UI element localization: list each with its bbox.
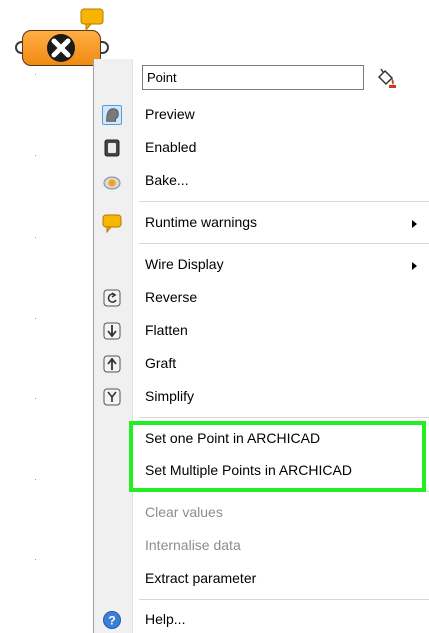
menu-item-graft[interactable]: Graft bbox=[94, 349, 429, 377]
point-param-icon bbox=[47, 34, 75, 62]
canvas-grid-dot bbox=[35, 237, 36, 238]
name-row bbox=[142, 65, 422, 91]
canvas-grid-dot bbox=[35, 559, 36, 560]
submenu-arrow-icon bbox=[412, 262, 417, 270]
output-grip[interactable] bbox=[100, 41, 109, 54]
paint-bucket-icon[interactable] bbox=[375, 67, 397, 89]
menu-item-set-one-point-archicad[interactable]: Set one Point in ARCHICAD bbox=[94, 424, 429, 452]
reverse-icon bbox=[103, 289, 121, 307]
canvas-grid-dot bbox=[35, 74, 36, 75]
menu-item-extract-parameter[interactable]: Extract parameter bbox=[94, 564, 429, 592]
menu-item-label: Set one Point in ARCHICAD bbox=[145, 430, 321, 446]
menu-item-runtime-warnings[interactable]: Runtime warnings bbox=[94, 208, 429, 236]
menu-item-label: Wire Display bbox=[145, 256, 224, 272]
menu-item-label: Set Multiple Points in ARCHICAD bbox=[145, 462, 352, 478]
submenu-arrow-icon bbox=[412, 220, 417, 228]
menu-item-set-multiple-points-archicad[interactable]: Set Multiple Points in ARCHICAD bbox=[94, 456, 429, 484]
menu-item-reverse[interactable]: Reverse bbox=[94, 283, 429, 311]
menu-separator bbox=[139, 491, 429, 492]
menu-item-flatten[interactable]: Flatten bbox=[94, 316, 429, 344]
menu-item-internalise-data: Internalise data bbox=[94, 531, 429, 559]
canvas-grid-dot bbox=[35, 155, 36, 156]
menu-item-label: Runtime warnings bbox=[145, 214, 258, 230]
menu-item-preview[interactable]: Preview bbox=[94, 100, 429, 128]
enabled-icon bbox=[104, 139, 120, 157]
menu-separator bbox=[139, 201, 429, 202]
menu-item-clear-values: Clear values bbox=[94, 498, 429, 526]
menu-item-label: Help... bbox=[145, 611, 186, 627]
canvas-grid-dot bbox=[35, 398, 36, 399]
context-menu: Preview Enabled Bake... Runtime warnings… bbox=[93, 59, 429, 633]
menu-separator bbox=[139, 417, 429, 418]
menu-item-help[interactable]: ? Help... bbox=[94, 605, 429, 633]
graft-icon bbox=[103, 355, 121, 373]
help-icon: ? bbox=[103, 611, 121, 629]
bake-icon bbox=[103, 176, 121, 190]
menu-item-label: Extract parameter bbox=[145, 570, 257, 586]
canvas-grid-dot bbox=[35, 479, 36, 480]
menu-separator bbox=[139, 243, 429, 244]
simplify-icon bbox=[103, 388, 121, 406]
menu-item-bake[interactable]: Bake... bbox=[94, 166, 429, 194]
menu-item-simplify[interactable]: Simplify bbox=[94, 382, 429, 410]
menu-item-label: Bake... bbox=[145, 172, 189, 188]
name-field[interactable] bbox=[142, 65, 364, 90]
warning-balloon-icon bbox=[102, 214, 122, 233]
menu-item-wire-display[interactable]: Wire Display bbox=[94, 250, 429, 278]
runtime-warning-balloon-icon bbox=[80, 8, 104, 32]
svg-text:?: ? bbox=[108, 614, 115, 628]
preview-icon bbox=[102, 105, 122, 125]
canvas-grid-dot bbox=[35, 318, 36, 319]
menu-item-label: Reverse bbox=[145, 289, 198, 305]
menu-item-label: Preview bbox=[145, 106, 195, 122]
menu-item-enabled[interactable]: Enabled bbox=[94, 133, 429, 161]
menu-item-label: Graft bbox=[145, 355, 177, 371]
menu-item-label: Simplify bbox=[145, 388, 195, 404]
menu-separator bbox=[139, 599, 429, 600]
menu-item-label: Clear values bbox=[145, 504, 223, 520]
flatten-icon bbox=[103, 322, 121, 340]
menu-item-label: Flatten bbox=[145, 322, 188, 338]
menu-item-label: Enabled bbox=[145, 139, 197, 155]
menu-item-label: Internalise data bbox=[145, 537, 241, 553]
